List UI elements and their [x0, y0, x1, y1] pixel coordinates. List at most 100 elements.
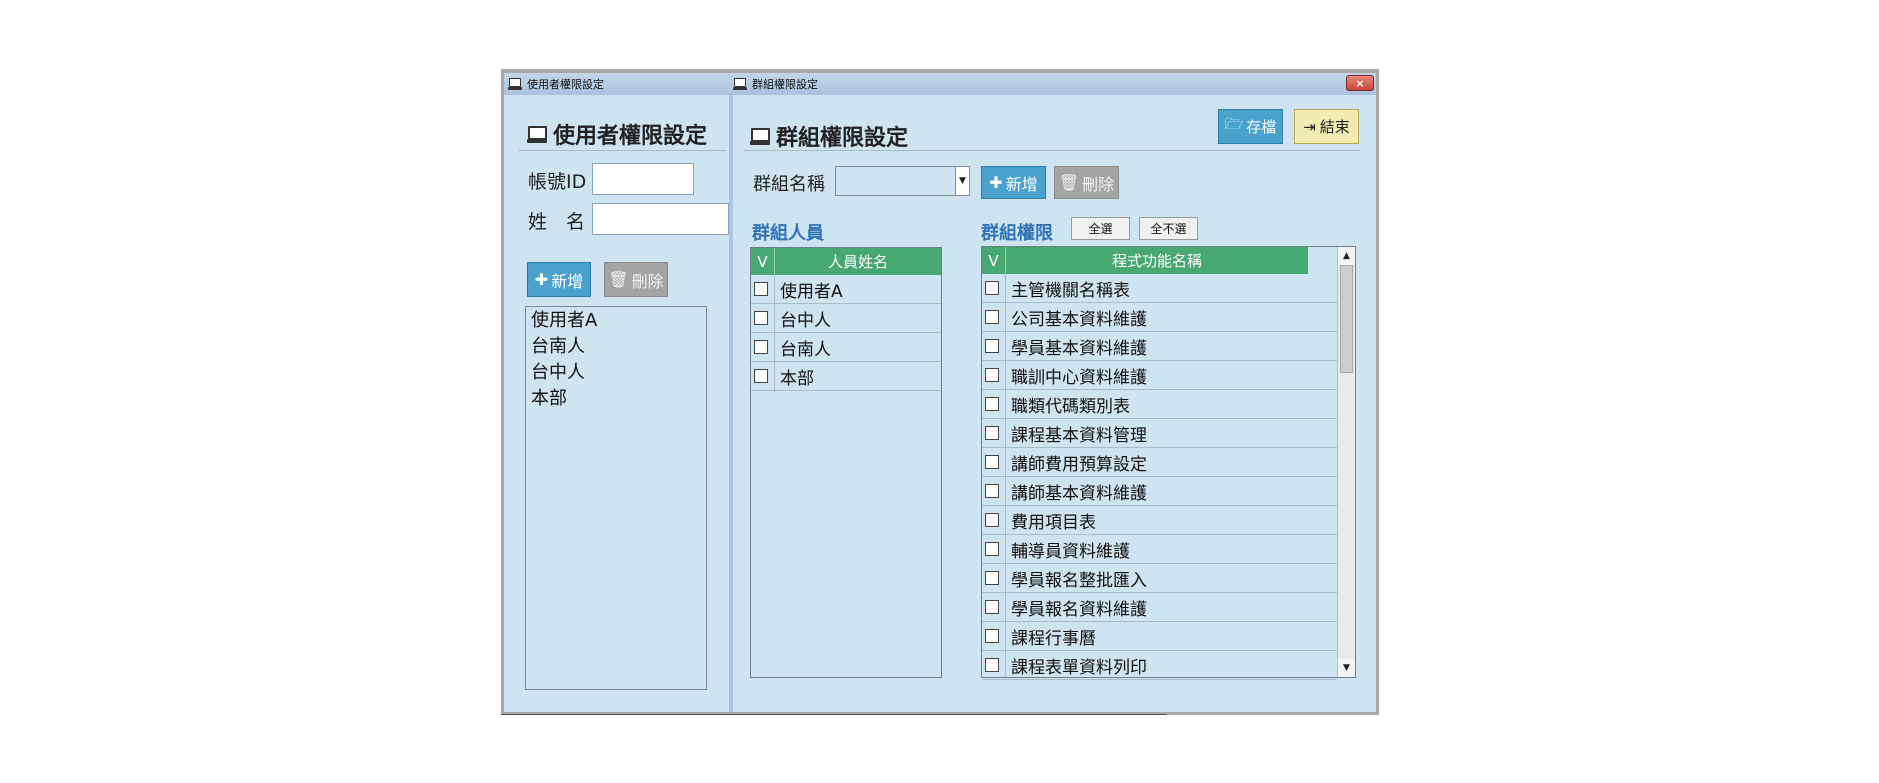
delete-user-label: 刪除	[631, 271, 664, 291]
list-item[interactable]: 台南人	[526, 334, 706, 360]
add-user-label: 新增	[551, 271, 584, 291]
list-item[interactable]: 台中人	[526, 360, 706, 386]
group-name-label: 群組名稱	[753, 174, 825, 195]
members-check-header[interactable]: V	[751, 248, 775, 275]
tab-user-permissions[interactable]: 使用者權限設定	[508, 73, 604, 95]
scrollbar-thumb[interactable]	[1340, 265, 1353, 373]
permission-name: 講師費用預算設定	[1011, 454, 1147, 475]
table-row[interactable]: 輔導員資料維護	[982, 535, 1337, 564]
permissions-name-header[interactable]: 程式功能名稱	[1006, 247, 1308, 274]
title-bar	[504, 73, 1376, 95]
members-title: 群組人員	[752, 223, 824, 244]
sign-out-icon: ⇥	[1303, 117, 1316, 136]
permission-name: 課程行事曆	[1011, 628, 1096, 649]
vertical-scrollbar[interactable]: ▲ ▼	[1337, 247, 1355, 677]
permission-name: 輔導員資料維護	[1011, 541, 1130, 562]
permissions-check-header[interactable]: V	[982, 247, 1006, 274]
tab-label: 群組權限設定	[752, 78, 818, 91]
user-list[interactable]: 使用者A 台南人 台中人 本部	[525, 306, 707, 690]
name-input[interactable]	[592, 203, 729, 235]
row-checkbox[interactable]	[985, 426, 999, 440]
permission-name: 學員報名整批匯入	[1011, 570, 1147, 591]
table-row[interactable]: 公司基本資料維護	[982, 303, 1337, 332]
row-checkbox[interactable]	[985, 513, 999, 527]
row-checkbox[interactable]	[754, 282, 768, 296]
row-checkbox[interactable]	[985, 600, 999, 614]
row-checkbox[interactable]	[985, 397, 999, 411]
group-panel-title-text: 群組權限設定	[776, 126, 909, 151]
table-row[interactable]: 課程行事曆	[982, 622, 1337, 651]
folder-open-icon: 🗁	[1224, 115, 1244, 133]
row-checkbox[interactable]	[985, 339, 999, 353]
table-row[interactable]: 台南人	[751, 333, 941, 362]
member-name: 台中人	[780, 310, 831, 331]
table-row[interactable]: 職類代碼類別表	[982, 390, 1337, 419]
account-id-input[interactable]	[592, 163, 694, 195]
table-row[interactable]: 使用者A	[751, 275, 941, 304]
close-icon: ×	[1355, 76, 1365, 90]
row-checkbox[interactable]	[754, 311, 768, 325]
table-row[interactable]: 本部	[751, 362, 941, 391]
table-row[interactable]: 課程表單資料列印	[982, 651, 1337, 680]
row-checkbox[interactable]	[985, 484, 999, 498]
delete-group-label: 刪除	[1082, 174, 1115, 194]
table-row[interactable]: 主管機關名稱表	[982, 274, 1337, 303]
table-row[interactable]: 台中人	[751, 304, 941, 333]
select-all-button[interactable]: 全選	[1071, 217, 1130, 240]
add-user-button[interactable]: ✚ 新增	[527, 262, 591, 297]
row-checkbox[interactable]	[754, 369, 768, 383]
add-group-button[interactable]: ✚ 新增	[981, 166, 1046, 199]
delete-user-button[interactable]: 🗑 刪除	[604, 262, 668, 297]
delete-group-button[interactable]: 🗑 刪除	[1054, 166, 1119, 199]
divider	[518, 150, 726, 151]
computer-icon	[527, 125, 547, 143]
row-checkbox[interactable]	[754, 340, 768, 354]
add-group-label: 新增	[1005, 174, 1038, 194]
plus-icon: ✚	[989, 173, 1003, 192]
tab-group-permissions[interactable]: 群組權限設定	[733, 73, 818, 95]
member-name: 本部	[780, 368, 814, 389]
tab-label: 使用者權限設定	[527, 78, 604, 91]
members-name-header[interactable]: 人員姓名	[775, 248, 941, 275]
member-name: 台南人	[780, 339, 831, 360]
chevron-down-icon[interactable]: ▼	[955, 167, 969, 195]
table-row[interactable]: 學員報名資料維護	[982, 593, 1337, 622]
list-item[interactable]: 使用者A	[526, 308, 706, 334]
permission-name: 講師基本資料維護	[1011, 483, 1147, 504]
permission-name: 職類代碼類別表	[1011, 396, 1130, 417]
permission-name: 主管機關名稱表	[1011, 280, 1130, 301]
group-name-select[interactable]: ▼	[835, 166, 970, 196]
scroll-down-icon[interactable]: ▼	[1338, 659, 1355, 677]
table-row[interactable]: 講師基本資料維護	[982, 477, 1337, 506]
row-checkbox[interactable]	[985, 455, 999, 469]
trash-icon: 🗑	[608, 270, 629, 289]
list-item[interactable]: 本部	[526, 386, 706, 412]
deselect-all-button[interactable]: 全不選	[1139, 217, 1198, 240]
row-checkbox[interactable]	[985, 571, 999, 585]
computer-icon	[750, 127, 770, 145]
save-button[interactable]: 🗁 存檔	[1218, 109, 1283, 144]
table-row[interactable]: 講師費用預算設定	[982, 448, 1337, 477]
table-row[interactable]: 費用項目表	[982, 506, 1337, 535]
table-row[interactable]: 職訓中心資料維護	[982, 361, 1337, 390]
permissions-title: 群組權限	[981, 223, 1053, 244]
table-row[interactable]: 學員基本資料維護	[982, 332, 1337, 361]
table-row[interactable]: 課程基本資料管理	[982, 419, 1337, 448]
computer-icon	[508, 78, 522, 90]
row-checkbox[interactable]	[985, 658, 999, 672]
scroll-up-icon[interactable]: ▲	[1338, 247, 1355, 265]
row-checkbox[interactable]	[985, 368, 999, 382]
permission-name: 課程基本資料管理	[1011, 425, 1147, 446]
row-checkbox[interactable]	[985, 281, 999, 295]
table-row[interactable]: 學員報名整批匯入	[982, 564, 1337, 593]
row-checkbox[interactable]	[985, 310, 999, 324]
user-panel-title-text: 使用者權限設定	[553, 124, 708, 149]
permission-name: 職訓中心資料維護	[1011, 367, 1147, 388]
row-checkbox[interactable]	[985, 542, 999, 556]
permission-name: 學員報名資料維護	[1011, 599, 1147, 620]
close-button[interactable]: ×	[1346, 75, 1374, 91]
group-panel-title: 群組權限設定	[750, 120, 908, 152]
save-label: 存檔	[1246, 118, 1277, 136]
exit-button[interactable]: ⇥ 結束	[1294, 109, 1359, 144]
row-checkbox[interactable]	[985, 629, 999, 643]
